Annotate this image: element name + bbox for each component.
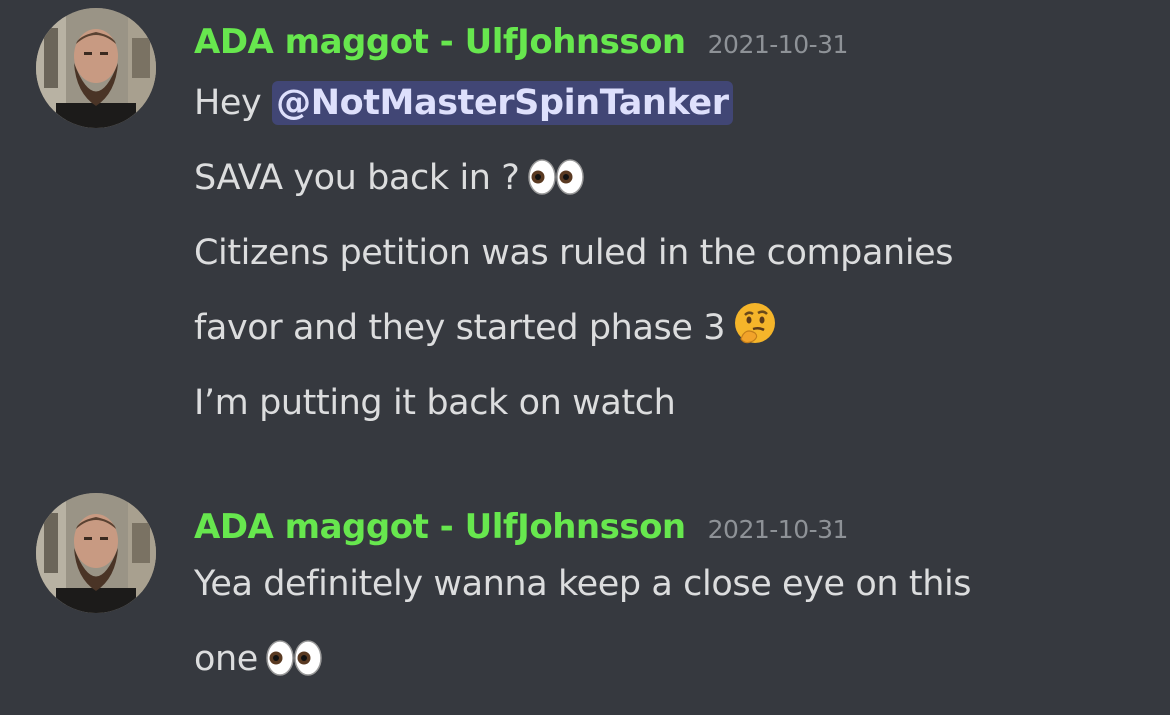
timestamp: 2021-10-31 (707, 30, 849, 59)
message-text: Citizens petition was ruled in the compa… (194, 233, 954, 273)
thinking-emoji-icon[interactable] (733, 297, 777, 372)
message-line: Yea definitely wanna keep a close eye on… (194, 547, 1154, 622)
message-content: Yea definitely wanna keep a close eye on… (194, 547, 1154, 697)
username[interactable]: ADA maggot - UlfJohnsson (194, 22, 686, 62)
message-line: favor and they started phase 3 (194, 291, 1154, 366)
message-header: ADA maggot - UlfJohnsson 2021-10-31 (194, 503, 848, 551)
message-line: SAVA you back in ? (194, 141, 1154, 216)
message-text: SAVA you back in ? (194, 158, 520, 198)
message-text: Hey (194, 83, 273, 123)
message-header: ADA maggot - UlfJohnsson 2021-10-31 (194, 18, 848, 66)
message-line: Hey @NotMasterSpinTanker (194, 66, 1154, 141)
avatar-image (36, 493, 156, 613)
message-text: I’m putting it back on watch (194, 383, 676, 423)
message-content: Hey @NotMasterSpinTanker SAVA you back i… (194, 66, 1154, 441)
message-line: one (194, 622, 1154, 697)
eyes-emoji-icon[interactable] (527, 147, 584, 222)
user-mention[interactable]: @NotMasterSpinTanker (272, 81, 733, 125)
message-text: one (194, 639, 258, 679)
message-text: favor and they started phase 3 (194, 308, 726, 348)
avatar[interactable] (36, 493, 156, 613)
avatar-image (36, 8, 156, 128)
message-text: Yea definitely wanna keep a close eye on… (194, 564, 972, 604)
username[interactable]: ADA maggot - UlfJohnsson (194, 507, 686, 547)
avatar[interactable] (36, 8, 156, 128)
eyes-emoji-icon[interactable] (266, 628, 322, 703)
message-line: Citizens petition was ruled in the compa… (194, 216, 1154, 291)
timestamp: 2021-10-31 (707, 515, 849, 544)
message-line: I’m putting it back on watch (194, 366, 1154, 441)
